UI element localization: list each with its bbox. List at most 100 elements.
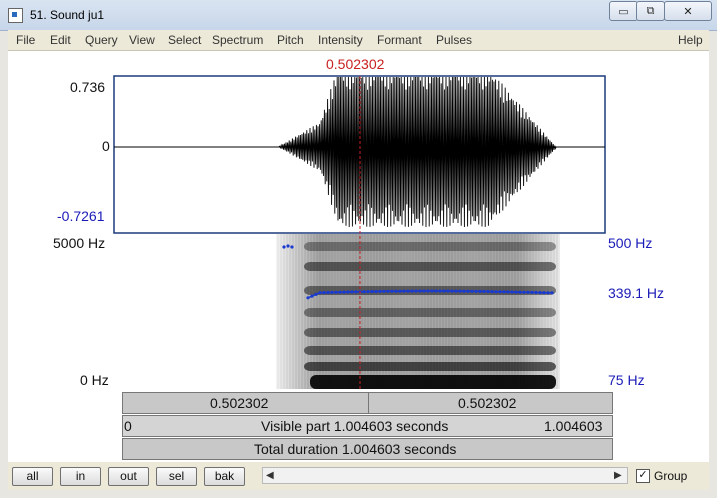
menu-edit[interactable]: Edit (50, 33, 71, 47)
pitch-point (418, 289, 422, 293)
pitch-point (354, 290, 358, 294)
pitch-point (490, 290, 494, 294)
maximize-icon: ⧉ (646, 4, 655, 17)
pitch-point (482, 289, 486, 293)
visible-end-value: 1.004603 (544, 418, 603, 434)
menu-pulses[interactable]: Pulses (436, 33, 472, 47)
close-icon: ✕ (683, 5, 693, 18)
pitch-point (426, 289, 430, 293)
time-bar-divider (368, 393, 369, 413)
pitch-point (406, 289, 410, 293)
menu-file[interactable]: File (16, 33, 35, 47)
time-bar-left-value: 0.502302 (210, 395, 269, 411)
pitch-point (286, 244, 290, 248)
pitch-point (314, 292, 318, 296)
pitch-top-label: 500 Hz (608, 235, 653, 251)
pitch-point (390, 289, 394, 293)
out-button[interactable]: out (108, 467, 149, 486)
visible-part-bar[interactable]: 0 Visible part 1.004603 seconds 1.004603 (122, 415, 613, 437)
pitch-point (486, 289, 490, 294)
pitch-point (306, 296, 310, 300)
pitch-point (494, 290, 498, 294)
pitch-point (466, 289, 470, 293)
pitch-point (446, 289, 450, 293)
pitch-point (382, 289, 386, 293)
bak-button[interactable]: bak (204, 467, 245, 486)
waveform-zero-label: 0 (102, 138, 110, 154)
pitch-point (334, 290, 338, 294)
pitch-point (518, 290, 522, 294)
pitch-point (370, 289, 374, 294)
pitch-point (462, 289, 466, 293)
menu-pitch[interactable]: Pitch (277, 33, 304, 47)
pitch-point (366, 290, 370, 294)
all-button[interactable]: all (12, 467, 53, 486)
spectrogram (276, 234, 560, 389)
scroll-right-arrow-icon[interactable]: ▶ (614, 470, 622, 481)
pitch-point (402, 289, 406, 293)
total-duration-bar[interactable]: Total duration 1.004603 seconds (122, 438, 613, 460)
sound-editor-area[interactable]: 0.502302 0.736 0 -0.7261 5000 Hz 0 Hz 50… (8, 51, 709, 462)
pitch-point (534, 290, 538, 295)
pitch-point (398, 289, 402, 293)
minimize-icon: ▭ (618, 5, 629, 18)
scroll-left-arrow-icon[interactable]: ◀ (266, 470, 274, 481)
spectrogram-freq-min-label: 0 Hz (80, 372, 109, 388)
pitch-point (386, 289, 390, 293)
menu-view[interactable]: View (129, 33, 155, 47)
menu-formant[interactable]: Formant (377, 33, 422, 47)
waveform-max-label: 0.736 (70, 79, 106, 95)
pitch-point (474, 289, 478, 293)
pitch-point (550, 291, 554, 295)
bottom-controls: all in out sel bak ◀ ▶ ✓ Group (8, 462, 709, 490)
pitch-point (322, 291, 326, 295)
minimize-button[interactable]: ▭ (609, 1, 638, 21)
pitch-point (538, 291, 542, 295)
pitch-point (458, 289, 462, 293)
pitch-point (422, 289, 426, 293)
menu-bar: File Edit Query View Select Spectrum Pit… (8, 30, 709, 51)
sel-button[interactable]: sel (156, 467, 197, 486)
pitch-point (346, 290, 350, 294)
pitch-point (290, 245, 294, 249)
window-title: 51. Sound ju1 (30, 8, 105, 22)
pitch-point (506, 290, 510, 294)
pitch-point (350, 290, 354, 294)
pitch-point (438, 289, 442, 293)
pitch-point (410, 289, 414, 293)
pitch-point (362, 290, 366, 294)
pitch-point (374, 289, 378, 294)
pitch-bottom-label: 75 Hz (608, 372, 645, 388)
menu-intensity[interactable]: Intensity (318, 33, 363, 47)
pitch-point (310, 294, 314, 298)
pitch-point (454, 289, 458, 293)
checkmark-icon: ✓ (638, 469, 648, 481)
maximize-button[interactable]: ⧉ (636, 1, 665, 21)
close-button[interactable]: ✕ (664, 1, 712, 21)
total-duration-label: Total duration 1.004603 seconds (254, 441, 457, 457)
pitch-point (450, 289, 454, 293)
pitch-point (414, 289, 418, 293)
pitch-value-label: 339.1 Hz (608, 285, 665, 301)
in-button[interactable]: in (60, 467, 101, 486)
menu-spectrum[interactable]: Spectrum (212, 33, 263, 47)
pitch-point (542, 291, 546, 295)
menu-select[interactable]: Select (168, 33, 201, 47)
pitch-point (530, 290, 534, 294)
pitch-point (510, 290, 514, 294)
group-label: Group (654, 469, 688, 483)
cursor-time-label: 0.502302 (326, 56, 385, 72)
pitch-point (318, 291, 322, 295)
visible-start-value: 0 (124, 418, 132, 434)
pitch-point (282, 245, 286, 249)
group-checkbox[interactable]: ✓ (636, 469, 650, 483)
pitch-point (478, 289, 482, 293)
pitch-point (442, 289, 446, 293)
praat-window-icon (8, 8, 23, 23)
menu-help[interactable]: Help (678, 33, 703, 47)
pitch-point (514, 290, 518, 294)
pitch-point (546, 291, 550, 295)
time-bar[interactable]: 0.502302 0.502302 (122, 392, 613, 414)
horizontal-scrollbar[interactable]: ◀ ▶ (262, 467, 628, 484)
menu-query[interactable]: Query (85, 33, 118, 47)
